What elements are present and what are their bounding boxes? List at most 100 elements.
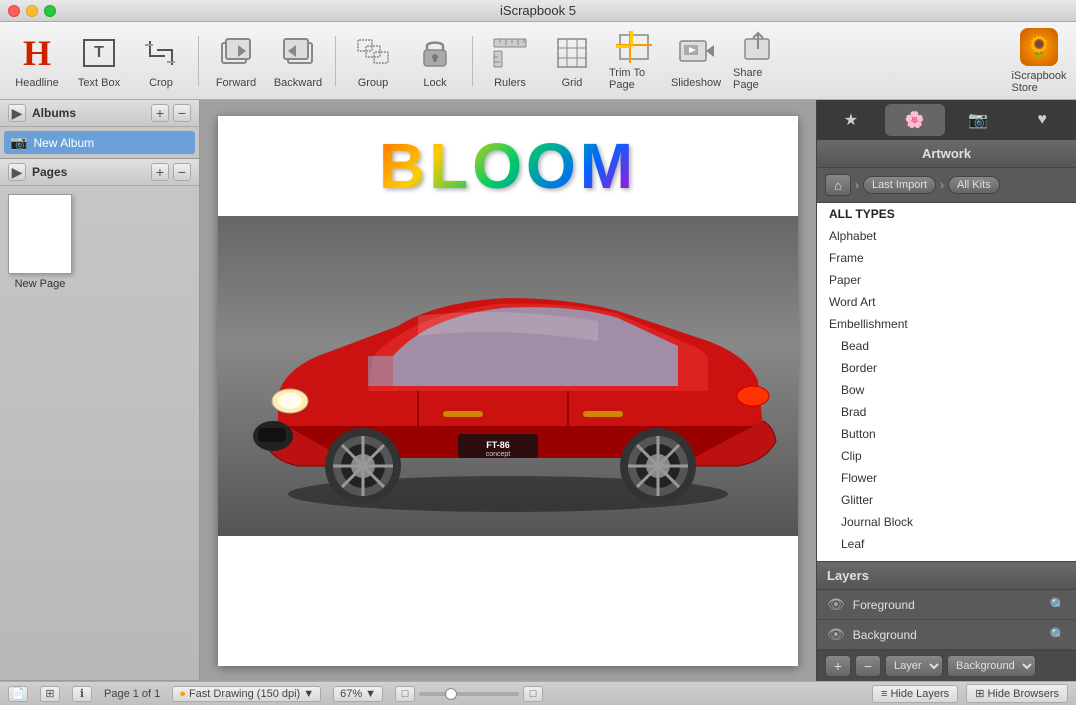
store-label: iScrapbook Store	[1011, 70, 1066, 94]
textbox-icon: T	[79, 33, 119, 73]
slideshow-label: Slideshow	[671, 77, 721, 89]
pages-title: Pages	[32, 165, 67, 179]
zoom-badge[interactable]: 67% ▼	[333, 686, 383, 702]
right-panel: ★ 🌸 📷 ♥ Artwork ⌂ › Last Import › All Ki…	[816, 100, 1076, 681]
forward-icon	[216, 33, 256, 73]
page-info: Page 1 of 1	[104, 688, 160, 700]
albums-collapse-button[interactable]: ▶	[8, 104, 26, 122]
add-page-button[interactable]: +	[151, 163, 169, 181]
drawing-mode-badge[interactable]: ● Fast Drawing (150 dpi) ▼	[172, 686, 321, 702]
artwork-clip[interactable]: Clip	[817, 445, 1076, 467]
add-layer-button[interactable]: +	[825, 655, 851, 677]
headline-button[interactable]: H Headline	[8, 27, 66, 95]
remove-layer-button[interactable]: −	[855, 655, 881, 677]
new-album-item[interactable]: 📷 New Album	[4, 131, 195, 154]
sep3	[472, 36, 473, 86]
artwork-paper[interactable]: Paper	[817, 269, 1076, 291]
artwork-word-art[interactable]: Word Art	[817, 291, 1076, 313]
foreground-layer[interactable]: 👁 Foreground 🔍	[817, 590, 1076, 620]
foreground-layer-name: Foreground	[853, 598, 1042, 612]
artwork-breadcrumb: › Last Import › All Kits	[855, 176, 1000, 194]
pages-section: ▶ Pages + − New Page	[0, 159, 199, 681]
background-visibility-icon[interactable]: 👁	[827, 626, 845, 643]
group-button[interactable]: Group	[344, 27, 402, 95]
rulers-button[interactable]: Rulers	[481, 27, 539, 95]
artwork-button[interactable]: Button	[817, 423, 1076, 445]
grid-icon	[552, 33, 592, 73]
forward-button[interactable]: Forward	[207, 27, 265, 95]
artwork-border[interactable]: Border	[817, 357, 1076, 379]
main-layout: ▶ Albums + − 📷 New Album ▶ Page	[0, 100, 1076, 681]
sidebar: ▶ Albums + − 📷 New Album ▶ Page	[0, 100, 200, 681]
hide-browsers-label: Hide Browsers	[987, 688, 1059, 700]
lock-button[interactable]: Lock	[406, 27, 464, 95]
backward-button[interactable]: Backward	[269, 27, 327, 95]
foreground-visibility-icon[interactable]: 👁	[827, 596, 845, 613]
star-icon: ★	[844, 110, 858, 130]
minimize-button[interactable]	[26, 5, 38, 17]
page-thumbnail	[8, 194, 72, 274]
titlebar: iScrapbook 5	[0, 0, 1076, 22]
pages-controls: + −	[151, 163, 191, 181]
album-list: 📷 New Album	[0, 127, 199, 158]
sharepage-button[interactable]: Share Page	[729, 27, 787, 95]
artwork-alphabet[interactable]: Alphabet	[817, 225, 1076, 247]
albums-controls: + −	[151, 104, 191, 122]
store-button[interactable]: 🌻 iScrapbook Store	[1010, 27, 1068, 95]
grid-button[interactable]: Grid	[543, 27, 601, 95]
artwork-brad[interactable]: Brad	[817, 401, 1076, 423]
artwork-bead[interactable]: Bead	[817, 335, 1076, 357]
layers-title: Layers	[827, 568, 869, 583]
background-layer[interactable]: 👁 Background 🔍	[817, 620, 1076, 650]
textbox-label: Text Box	[78, 77, 120, 89]
close-button[interactable]	[8, 5, 20, 17]
group-label: Group	[358, 77, 389, 89]
background-search-icon[interactable]: 🔍	[1050, 627, 1066, 643]
artwork-panel-header: Artwork	[817, 140, 1076, 168]
rulers-label: Rulers	[494, 77, 526, 89]
artwork-journal-block[interactable]: Journal Block	[817, 511, 1076, 533]
last-import-button[interactable]: Last Import	[863, 176, 936, 194]
page-icon-button[interactable]: 📄	[8, 686, 28, 702]
artwork-flower[interactable]: Flower	[817, 467, 1076, 489]
trimtopage-button[interactable]: Trim To Page	[605, 27, 663, 95]
remove-album-button[interactable]: −	[173, 104, 191, 122]
artwork-glitter[interactable]: Glitter	[817, 489, 1076, 511]
slideshow-button[interactable]: Slideshow	[667, 27, 725, 95]
maximize-button[interactable]	[44, 5, 56, 17]
add-album-button[interactable]: +	[151, 104, 169, 122]
foreground-search-icon[interactable]: 🔍	[1050, 597, 1066, 613]
artwork-all-types[interactable]: ALL TYPES	[817, 203, 1076, 225]
grid-view-button[interactable]: ⊞	[40, 686, 60, 702]
slideshow-icon	[676, 33, 716, 73]
zoom-fit-button[interactable]: □	[395, 686, 415, 702]
page-thumb-container[interactable]: New Page	[8, 194, 72, 672]
tab-favorites[interactable]: ★	[821, 104, 881, 136]
hide-browsers-button[interactable]: ⊞ Hide Browsers	[966, 684, 1068, 703]
all-kits-button[interactable]: All Kits	[948, 176, 1000, 194]
artwork-home-button[interactable]: ⌂	[825, 174, 851, 196]
remove-page-button[interactable]: −	[173, 163, 191, 181]
info-button[interactable]: ℹ	[72, 686, 92, 702]
page-canvas-car: FT-86 concept	[218, 216, 798, 536]
svg-text:FT-86: FT-86	[486, 440, 510, 450]
hide-layers-button[interactable]: ≡ Hide Layers	[872, 685, 958, 703]
drawing-mode-text: Fast Drawing (150 dpi)	[189, 688, 300, 700]
canvas-area[interactable]: BLOOM	[200, 100, 816, 681]
zoom-reset-button[interactable]: □	[523, 686, 543, 702]
zoom-slider[interactable]	[419, 692, 519, 696]
layer-target-select[interactable]: Background	[947, 655, 1036, 677]
breadcrumb-arrow-1: ›	[855, 178, 859, 192]
textbox-button[interactable]: T Text Box	[70, 27, 128, 95]
trimtopage-label: Trim To Page	[609, 67, 659, 91]
artwork-bow[interactable]: Bow	[817, 379, 1076, 401]
pages-collapse-button[interactable]: ▶	[8, 163, 26, 181]
tab-photos[interactable]: 📷	[949, 104, 1009, 136]
artwork-frame[interactable]: Frame	[817, 247, 1076, 269]
layer-type-select[interactable]: Layer	[885, 655, 943, 677]
crop-button[interactable]: Crop	[132, 27, 190, 95]
artwork-embellishment[interactable]: Embellishment	[817, 313, 1076, 335]
tab-artwork[interactable]: 🌸	[885, 104, 945, 136]
tab-hearts[interactable]: ♥	[1012, 104, 1072, 136]
artwork-leaf[interactable]: Leaf	[817, 533, 1076, 555]
